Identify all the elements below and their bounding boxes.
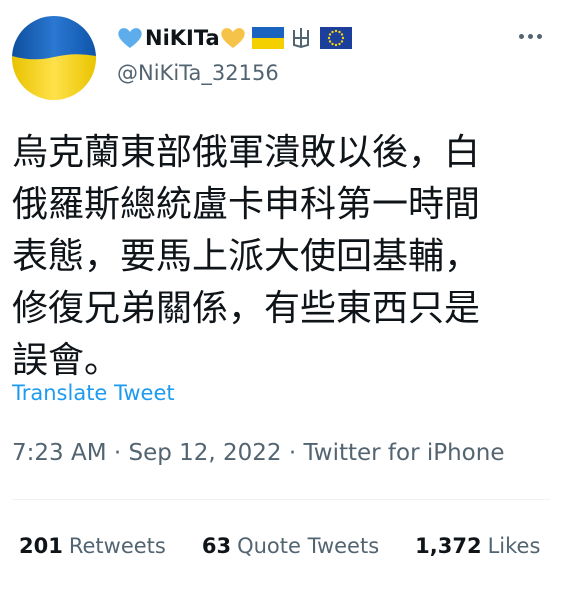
tweet-text-line: 表態，要馬上派大使回基輔，: [12, 236, 481, 277]
tweet-stats: 201 Retweets 63 Quote Tweets 1,372 Likes: [19, 534, 576, 558]
yellow-heart-icon: [220, 26, 246, 50]
ukraine-flag-avatar-image: [12, 16, 96, 100]
tweet-source[interactable]: Twitter for iPhone: [304, 440, 505, 466]
quote-tweets-stat[interactable]: 63 Quote Tweets: [202, 534, 379, 558]
tweet-text-line: 修復兄弟關係，有些東西只是: [12, 288, 481, 329]
ukraine-flag-icon: [251, 27, 284, 49]
meta-separator: ·: [113, 440, 122, 466]
tweet-text: 烏克蘭東部俄軍潰敗以後，白 俄羅斯總統盧卡申科第一時間 表態，要馬上派大使回基輔…: [12, 127, 552, 387]
more-horizontal-icon[interactable]: [512, 24, 548, 48]
likes-label: Likes: [487, 534, 541, 558]
author-name-row[interactable]: NiKITa: [117, 24, 352, 52]
tweet-text-line: 誤會。: [12, 340, 121, 381]
quote-tweets-count: 63: [201, 534, 232, 558]
quote-tweets-label: Quote Tweets: [237, 534, 380, 558]
author-handle[interactable]: @NiKiTa_32156: [117, 61, 279, 85]
tweet-meta: 7:23 AM · Sep 12, 2022 · Twitter for iPh…: [12, 440, 505, 466]
eu-flag-icon: [319, 27, 352, 49]
meta-separator: ·: [288, 440, 297, 466]
likes-stat[interactable]: 1,372 Likes: [415, 534, 540, 558]
tweet-time[interactable]: 7:23 AM: [12, 440, 107, 466]
tweet-date[interactable]: Sep 12, 2022: [128, 440, 281, 466]
tweet-text-line: 烏克蘭東部俄軍潰敗以後，白: [12, 132, 481, 173]
retweets-stat[interactable]: 201 Retweets: [19, 534, 166, 558]
blue-heart-icon: [117, 26, 143, 50]
retweets-count: 201: [19, 534, 63, 558]
tweet-text-line: 俄羅斯總統盧卡申科第一時間: [12, 184, 481, 225]
tryzub-icon: [292, 27, 310, 49]
likes-count: 1,372: [415, 534, 482, 558]
divider: [12, 499, 550, 500]
avatar[interactable]: [12, 16, 96, 100]
retweets-label: Retweets: [68, 534, 166, 558]
display-name: NiKITa: [145, 26, 220, 50]
translate-tweet-link[interactable]: Translate Tweet: [12, 381, 175, 405]
